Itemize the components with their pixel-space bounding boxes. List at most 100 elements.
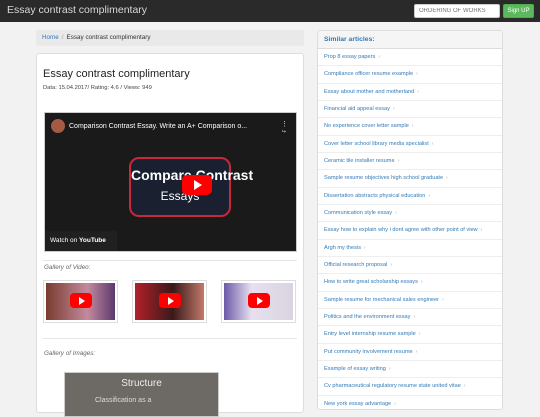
sidebar-item-label[interactable]: New york essay advantage [324, 401, 391, 407]
chevron-right-icon: › [418, 331, 421, 338]
sidebar-item-label[interactable]: Cv pharmaceutical regulatory resume stat… [324, 383, 461, 389]
sidebar-item[interactable]: Cv pharmaceutical regulatory resume stat… [318, 378, 502, 396]
article-panel: Essay contrast complimentary Data: 15.04… [36, 53, 304, 417]
chevron-right-icon: › [417, 88, 419, 95]
sidebar-item-label[interactable]: Entry level internship resume sample [324, 331, 416, 337]
sidebar-item[interactable]: Example of essay writing › [318, 361, 502, 379]
sidebar-item[interactable]: Argh my thesis › [318, 240, 502, 257]
watch-on-label: Watch on [50, 237, 78, 244]
youtube-logo: YouTube [79, 237, 106, 244]
divider [43, 260, 297, 261]
sidebar-item[interactable]: How to write great scholarship essays › [318, 274, 502, 292]
more-options-icon[interactable]: ⋮ [281, 120, 288, 128]
breadcrumb: Home / Essay contrast complimentary [36, 30, 304, 46]
sidebar-item-label[interactable]: Essay how to explain why i dont agree wi… [324, 227, 478, 233]
channel-avatar-icon[interactable] [51, 119, 65, 133]
sidebar-item-label[interactable]: Sample resume for mechanical sales engin… [324, 297, 439, 303]
sidebar-item[interactable]: New york essay advantage › [318, 396, 502, 409]
site-brand[interactable]: Essay contrast complimentary [7, 4, 147, 16]
play-button-icon[interactable] [182, 175, 212, 195]
embedded-video-player[interactable]: Comparison Contrast Essay. Write an A+ C… [44, 112, 297, 252]
gallery-video-thumb[interactable] [132, 280, 207, 323]
chevron-right-icon: › [411, 123, 414, 130]
chevron-right-icon: › [416, 71, 418, 78]
video-title[interactable]: Comparison Contrast Essay. Write an A+ C… [69, 123, 247, 130]
chevron-right-icon: › [388, 365, 391, 372]
chevron-right-icon: › [442, 296, 444, 303]
order-input[interactable] [414, 4, 500, 18]
sidebar-item[interactable]: Cover letter school library media specia… [318, 136, 502, 153]
sidebar-item[interactable]: Essay about mother and motherland › [318, 84, 502, 101]
chevron-right-icon: › [397, 157, 400, 164]
breadcrumb-current: Essay contrast complimentary [66, 34, 151, 41]
play-button-icon[interactable] [159, 293, 181, 308]
sidebar-item[interactable]: Put community involvement resume › [318, 344, 502, 361]
play-button-icon[interactable] [70, 293, 92, 308]
chevron-right-icon: › [428, 192, 431, 199]
sidebar-item[interactable]: Financial aid appeal essay › [318, 101, 502, 119]
gallery-video-thumb[interactable] [221, 280, 296, 323]
sidebar-item-label[interactable]: Politics and the environment essay [324, 314, 410, 320]
sidebar-item-label[interactable]: No experience cover letter sample [324, 123, 409, 129]
watch-on-youtube-button[interactable]: Watch on YouTube [45, 231, 117, 251]
chevron-right-icon: › [390, 261, 392, 268]
chevron-right-icon: › [413, 313, 416, 320]
sidebar-item-label[interactable]: Official research proposal [324, 262, 387, 268]
thumbnail-subheading: Essays [160, 189, 200, 203]
gallery-video-thumb[interactable] [43, 280, 118, 323]
play-button-icon[interactable] [248, 293, 270, 308]
sidebar-item[interactable]: Sample resume objectives high school gra… [318, 170, 502, 188]
breadcrumb-home-link[interactable]: Home [42, 34, 59, 41]
sidebar-item[interactable]: Compliance officer resume example › [318, 66, 502, 84]
sidebar-item[interactable]: Sample resume for mechanical sales engin… [318, 292, 502, 309]
sidebar-item-label[interactable]: Put community involvement resume [324, 349, 413, 355]
video-thumbnail-card: Compare Contrast Essays [129, 157, 254, 217]
gallery-image[interactable]: Structure Classification as a [64, 372, 219, 417]
chevron-right-icon: › [415, 348, 418, 355]
sidebar-item-label[interactable]: Prop 8 essay papers [324, 54, 375, 60]
sidebar-item[interactable]: Dissertation abstracts physical educatio… [318, 188, 502, 205]
sidebar-item-label[interactable]: Essay about mother and motherland [324, 89, 414, 95]
sidebar-item-label[interactable]: Compliance officer resume example [324, 71, 413, 77]
chevron-right-icon: › [463, 383, 466, 390]
sidebar-item-label[interactable]: Financial aid appeal essay [324, 106, 390, 112]
sidebar-item-label[interactable]: Ceramic tile installer resume [324, 158, 395, 164]
sidebar-item[interactable]: Communication style essay › [318, 205, 502, 223]
sidebar-item[interactable]: Politics and the environment essay › [318, 309, 502, 327]
sidebar-item-label[interactable]: Argh my thesis [324, 245, 361, 251]
chevron-right-icon: › [446, 175, 448, 182]
thumbnail-heading: Compare Contrast [131, 167, 254, 183]
chevron-right-icon: › [378, 54, 380, 60]
article-meta: Data: 15.04.2017/ Rating: 4.6 / Views: 9… [43, 85, 152, 91]
similar-articles-sidebar: Similar articles: Prop 8 essay papers › C… [317, 30, 503, 410]
sidebar-item-label[interactable]: Communication style essay [324, 210, 392, 216]
image-heading: Structure [121, 378, 162, 389]
divider [43, 338, 297, 339]
image-caption: Classification as a [95, 397, 152, 404]
sidebar-item[interactable]: Official research proposal › [318, 257, 502, 275]
sidebar-item[interactable]: Ceramic tile installer resume › [318, 153, 502, 171]
sidebar-item[interactable]: Entry level internship resume sample › [318, 326, 502, 344]
gallery-video-image [135, 283, 204, 320]
sidebar-item-label[interactable]: Cover letter school library media specia… [324, 141, 429, 147]
signup-button[interactable]: Sign UP [503, 4, 534, 18]
similar-articles-list: Prop 8 essay papers › Compliance officer … [318, 49, 502, 409]
article-title: Essay contrast complimentary [43, 68, 190, 80]
sidebar-item-label[interactable]: Dissertation abstracts physical educatio… [324, 193, 425, 199]
gallery-video-image [46, 283, 115, 320]
sidebar-title: Similar articles: [318, 31, 502, 49]
sidebar-item[interactable]: Prop 8 essay papers › [318, 49, 502, 67]
sidebar-item[interactable]: Essay how to explain why i dont agree wi… [318, 222, 502, 240]
share-icon[interactable]: ↪ [282, 129, 286, 135]
chevron-right-icon: › [420, 279, 423, 286]
chevron-right-icon: › [395, 209, 397, 216]
sidebar-item-label[interactable]: How to write great scholarship essays [324, 279, 418, 285]
breadcrumb-separator: / [61, 34, 64, 41]
sidebar-item-label[interactable]: Sample resume objectives high school gra… [324, 175, 443, 181]
gallery-video-label: Gallery of Video: [44, 264, 91, 271]
sidebar-item-label[interactable]: Example of essay writing [324, 366, 386, 372]
gallery-images-label: Gallery of Images: [44, 350, 96, 357]
top-navbar: Essay contrast complimentary Sign UP [0, 0, 540, 22]
gallery-video-image [224, 283, 293, 320]
sidebar-item[interactable]: No experience cover letter sample › [318, 118, 502, 136]
